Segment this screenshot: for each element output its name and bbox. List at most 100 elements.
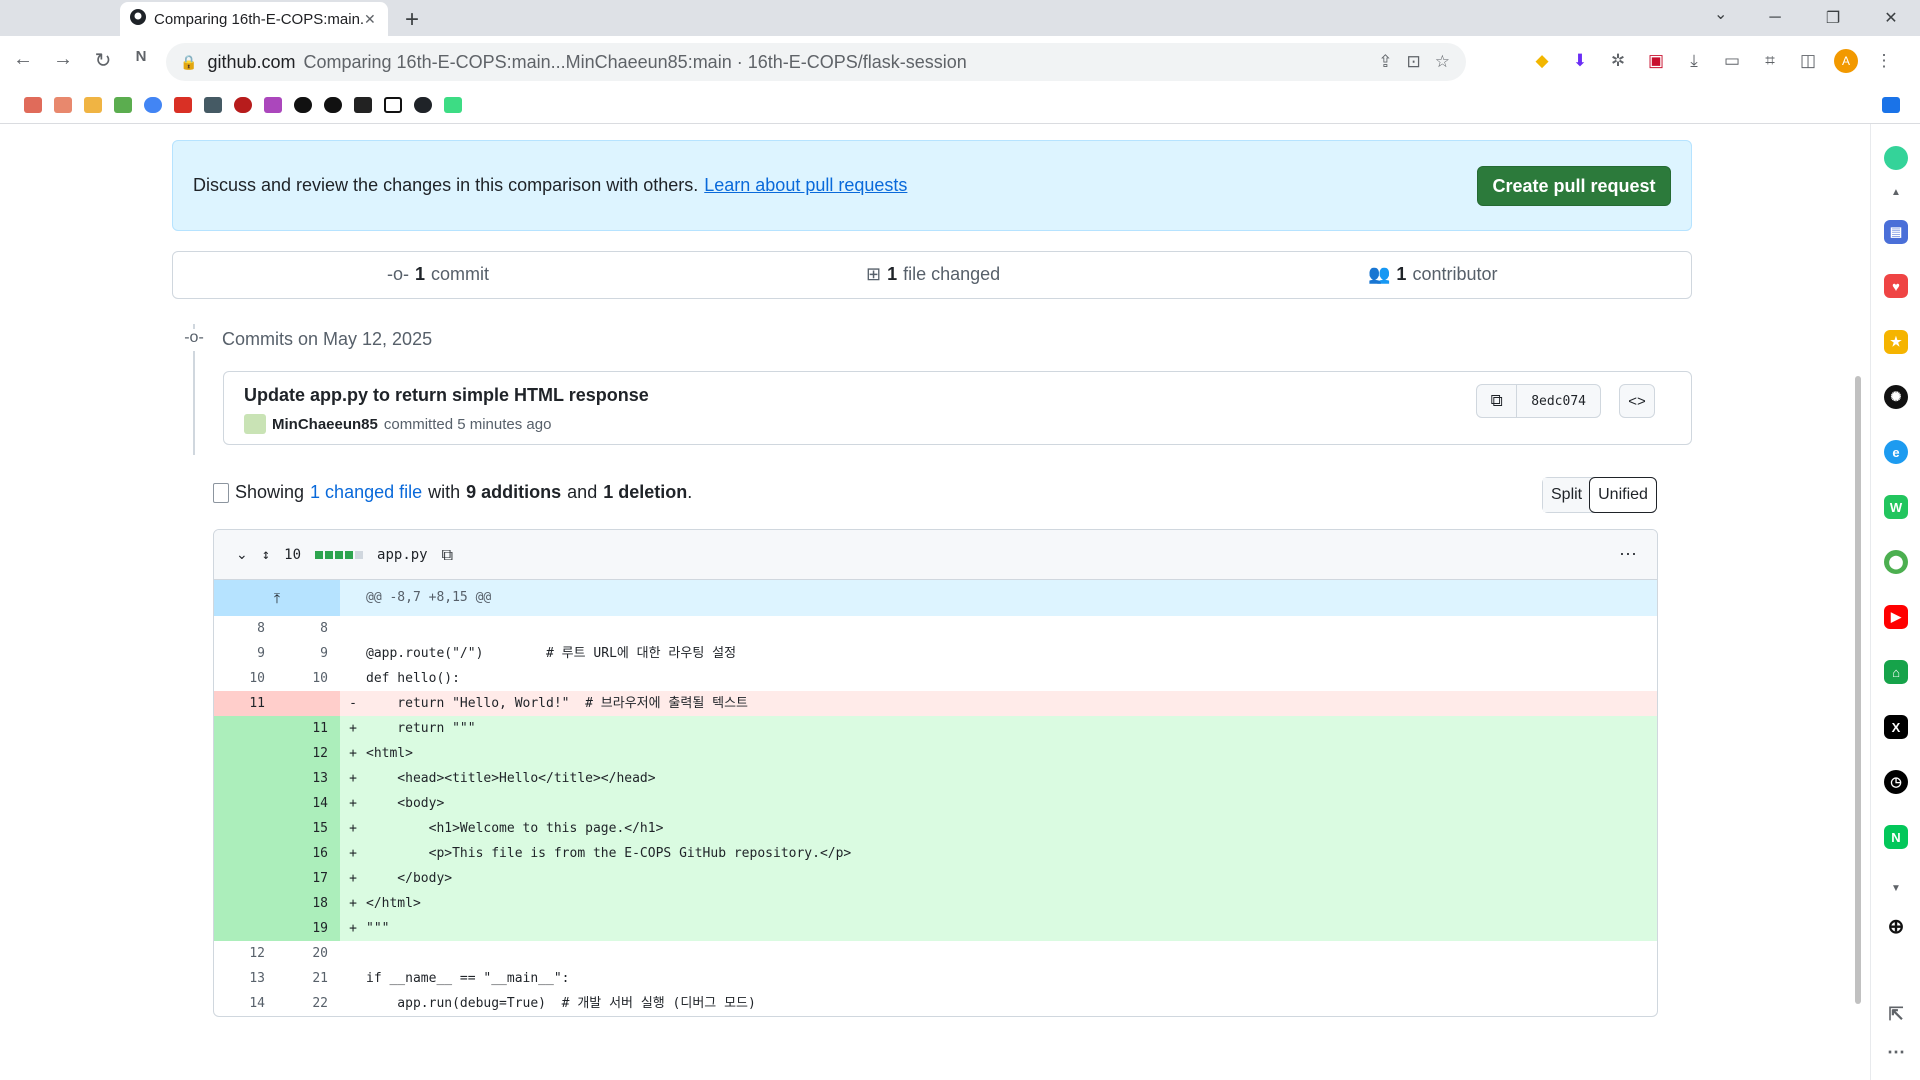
old-line-number[interactable]: 9 — [214, 641, 277, 666]
open-external-icon[interactable]: ⇱ — [1884, 1002, 1908, 1026]
github-bookmark-icon[interactable] — [414, 97, 432, 113]
forward-icon[interactable]: → — [50, 48, 76, 71]
old-line-number[interactable]: 13 — [214, 966, 277, 991]
scroll-up-icon[interactable]: ▲ — [1884, 180, 1908, 204]
calendar-app-icon[interactable]: ▤ — [1884, 220, 1908, 244]
google-bookmark-icon[interactable] — [144, 97, 162, 113]
new-line-number[interactable]: 11 — [277, 716, 340, 741]
old-line-number[interactable] — [214, 891, 277, 916]
app-bookmark-icon[interactable] — [354, 97, 372, 113]
s-bookmark-icon[interactable] — [264, 97, 282, 113]
shop-app-icon[interactable]: ⌂ — [1884, 660, 1908, 684]
close-window-icon[interactable]: ✕ — [1862, 0, 1920, 36]
file-name-link[interactable]: app.py — [377, 547, 428, 563]
old-line-number[interactable] — [214, 866, 277, 891]
naver-app-icon[interactable]: N — [1884, 825, 1908, 849]
new-line-number[interactable]: 14 — [277, 791, 340, 816]
new-line-number[interactable]: 20 — [277, 941, 340, 966]
old-line-number[interactable] — [214, 791, 277, 816]
new-line-number[interactable]: 22 — [277, 991, 340, 1016]
address-bar[interactable]: 🔒 github.com Comparing 16th-E-COPS:main.… — [166, 43, 1466, 81]
youtube-app-icon[interactable]: ▶ — [1884, 605, 1908, 629]
old-line-number[interactable]: 10 — [214, 666, 277, 691]
v-bookmark-icon[interactable] — [444, 97, 462, 113]
webtoon-app-icon[interactable]: W — [1884, 495, 1908, 519]
extension-yellow-icon[interactable]: ◆ — [1530, 49, 1554, 73]
copy-sha-icon[interactable]: ⧉ — [1477, 385, 1518, 417]
old-line-number[interactable]: 8 — [214, 616, 277, 641]
expand-all-icon[interactable]: ↕ — [262, 547, 270, 563]
new-line-number[interactable] — [277, 691, 340, 716]
other-bookmarks-folder-icon[interactable] — [1882, 97, 1900, 113]
avatar[interactable] — [244, 414, 266, 434]
old-line-number[interactable] — [214, 916, 277, 941]
new-line-number[interactable]: 19 — [277, 916, 340, 941]
new-line-number[interactable]: 16 — [277, 841, 340, 866]
browse-repo-code-icon[interactable]: <> — [1619, 384, 1655, 418]
copy-path-icon[interactable]: ⧉ — [442, 545, 453, 565]
old-line-number[interactable] — [214, 716, 277, 741]
new-line-number[interactable]: 10 — [277, 666, 340, 691]
new-line-number[interactable]: 13 — [277, 766, 340, 791]
back-icon[interactable]: ← — [10, 48, 36, 71]
files-changed-link[interactable]: ⊞ 1 file changed — [866, 264, 1000, 285]
old-line-number[interactable]: 14 — [214, 991, 277, 1016]
pocket-app-icon[interactable]: ♥ — [1884, 274, 1908, 298]
old-line-number[interactable]: 12 — [214, 941, 277, 966]
new-line-number[interactable]: 15 — [277, 816, 340, 841]
more-options-icon[interactable]: ··· — [1619, 543, 1637, 564]
new-line-number[interactable]: 8 — [277, 616, 340, 641]
y-bookmark-icon[interactable] — [204, 97, 222, 113]
side-panel-icon[interactable]: ◫ — [1796, 49, 1820, 73]
bookmark-folder-icon[interactable] — [24, 97, 42, 113]
new-line-number[interactable]: 9 — [277, 641, 340, 666]
notion-bookmark-icon[interactable] — [384, 97, 402, 113]
bookmark-star-icon[interactable]: ☆ — [1435, 52, 1450, 72]
new-line-number[interactable]: 12 — [277, 741, 340, 766]
restore-icon[interactable]: ❐ — [1804, 0, 1862, 36]
chevron-down-icon[interactable]: ⌄ — [236, 546, 248, 563]
minimize-icon[interactable]: ─ — [1746, 0, 1804, 36]
downloads-icon[interactable]: ⤓ — [1682, 49, 1706, 73]
flag-extension-icon[interactable]: ▣ — [1644, 49, 1668, 73]
clock-app-icon[interactable]: ◷ — [1884, 770, 1908, 794]
side-panel-more-icon[interactable]: ⋯ — [1884, 1040, 1908, 1064]
profile-avatar[interactable]: A — [1834, 49, 1858, 73]
cloud-bookmark-icon[interactable] — [324, 97, 342, 113]
tab-close-icon[interactable]: ✕ — [364, 11, 378, 28]
split-view-button[interactable]: Split — [1543, 478, 1591, 512]
add-app-icon[interactable]: ⊕ — [1884, 914, 1908, 938]
screenshot-icon[interactable]: ⌗ — [1758, 49, 1782, 73]
old-line-number[interactable]: 11 — [214, 691, 277, 716]
circle-app-icon[interactable] — [1884, 146, 1908, 170]
create-pull-request-button[interactable]: Create pull request — [1477, 166, 1671, 206]
learn-pull-requests-link[interactable]: Learn about pull requests — [704, 175, 907, 196]
star-app-icon[interactable]: ★ — [1884, 330, 1908, 354]
browser-tab-active[interactable]: Comparing 16th-E-COPS:main... ✕ — [120, 2, 388, 36]
commit-sha-link[interactable]: 8edc074 — [1517, 394, 1600, 409]
unified-view-button[interactable]: Unified — [1589, 477, 1657, 513]
new-line-number[interactable]: 17 — [277, 866, 340, 891]
reload-icon[interactable]: ↻ — [90, 48, 116, 73]
commits-count-link[interactable]: -o- 1 commit — [387, 264, 489, 285]
share-icon[interactable]: ⇪ — [1378, 52, 1392, 72]
chatgpt-app-icon[interactable]: ✺ — [1884, 385, 1908, 409]
site-info-icon[interactable]: 🔒 — [180, 54, 197, 71]
commit-message-link[interactable]: Update app.py to return simple HTML resp… — [244, 385, 649, 406]
page-scrollbar[interactable] — [1855, 376, 1861, 1004]
x-app-icon[interactable]: X — [1884, 715, 1908, 739]
bookmark-folder-icon[interactable] — [114, 97, 132, 113]
heart-bookmark-icon[interactable] — [174, 97, 192, 113]
old-line-number[interactable] — [214, 841, 277, 866]
new-line-number[interactable]: 18 — [277, 891, 340, 916]
pinterest-bookmark-icon[interactable] — [234, 97, 252, 113]
old-line-number[interactable] — [214, 741, 277, 766]
old-line-number[interactable] — [214, 766, 277, 791]
scroll-down-icon[interactable]: ▼ — [1884, 876, 1908, 900]
bookmark-folder-icon[interactable] — [84, 97, 102, 113]
tab-search-icon[interactable]: ⌄ — [1714, 4, 1727, 24]
cast-icon[interactable]: ▭ — [1720, 49, 1744, 73]
triangle-bookmark-icon[interactable] — [294, 97, 312, 113]
contributors-link[interactable]: 👥 1 contributor — [1368, 264, 1497, 285]
extensions-puzzle-icon[interactable]: ✲ — [1606, 49, 1630, 73]
